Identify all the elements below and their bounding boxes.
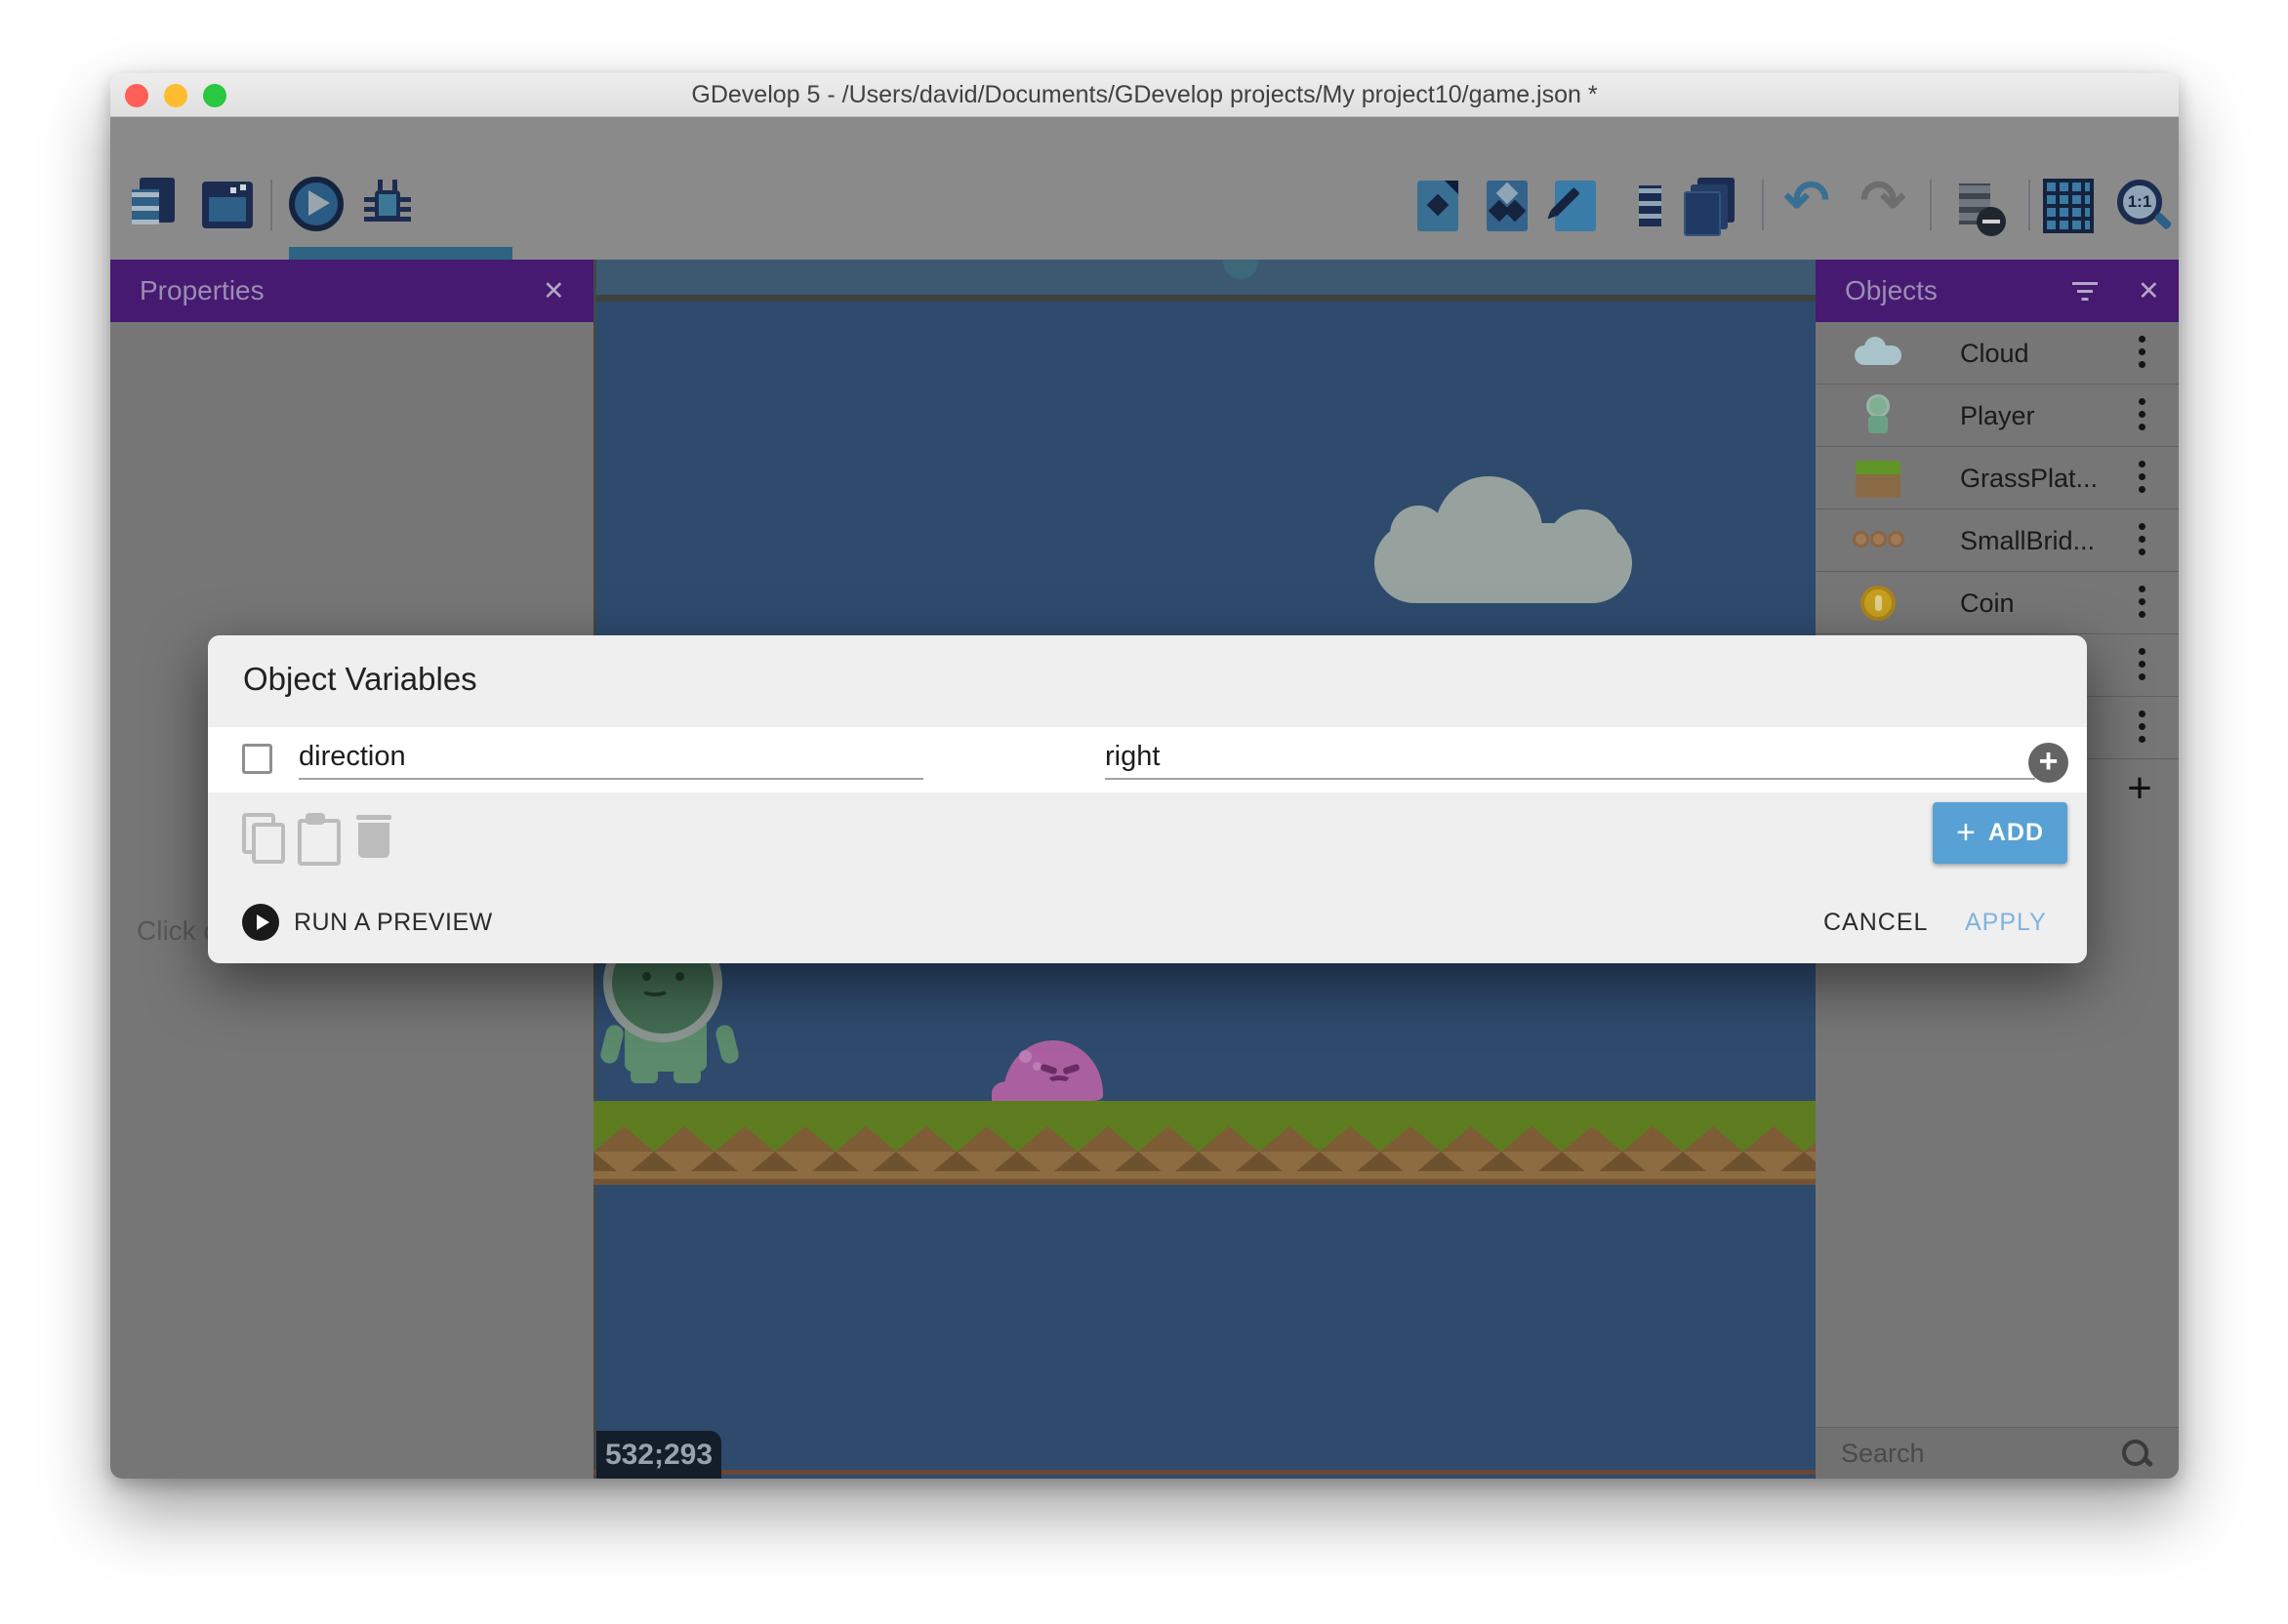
object-name: SmallBrid... xyxy=(1960,509,2095,572)
toolbar-separator xyxy=(2028,180,2030,230)
scene-top-band xyxy=(593,260,1816,295)
object-menu-icon[interactable] xyxy=(2135,710,2148,746)
slime-enemy-object[interactable] xyxy=(1003,1040,1103,1101)
object-menu-icon[interactable] xyxy=(2135,336,2148,371)
object-row-player[interactable]: Player xyxy=(1816,385,2179,447)
coin-icon xyxy=(1853,580,1903,627)
paste-icon[interactable] xyxy=(298,813,337,860)
objects-title: Objects xyxy=(1845,260,1938,322)
cancel-button[interactable]: CANCEL xyxy=(1823,890,1928,954)
close-panel-icon[interactable]: ✕ xyxy=(2138,260,2160,322)
object-menu-icon[interactable] xyxy=(2135,398,2148,433)
properties-hint: Click o xyxy=(137,915,219,947)
grass-platform-object[interactable] xyxy=(593,1101,1816,1126)
objects-search-bar xyxy=(1816,1427,2179,1479)
object-row-coin[interactable]: Coin xyxy=(1816,572,2179,634)
project-manager-icon[interactable] xyxy=(124,176,181,232)
toolbar: ↶ ↷ 1:1 Start Page New scen xyxy=(110,117,2179,260)
object-row-cloud[interactable]: Cloud xyxy=(1816,322,2179,385)
debug-icon[interactable] xyxy=(358,176,415,232)
toggle-mask-icon[interactable] xyxy=(1947,178,2004,234)
object-menu-icon[interactable] xyxy=(2135,523,2148,558)
scene-border-line xyxy=(593,295,1816,302)
object-name: Coin xyxy=(1960,572,2015,634)
dialog-title: Object Variables xyxy=(243,661,477,698)
cursor-coordinates: 532;293 xyxy=(596,1431,721,1479)
object-row-smallbridge[interactable]: SmallBrid... xyxy=(1816,509,2179,572)
player-icon xyxy=(1853,392,1903,439)
properties-title: Properties xyxy=(140,260,265,322)
object-variables-dialog: Object Variables + ADD RUN A PREVIEW CANC… xyxy=(208,635,2087,963)
variable-checkbox[interactable] xyxy=(242,744,272,774)
titlebar: GDevelop 5 - /Users/david/Documents/GDev… xyxy=(110,73,2179,117)
scene-border-line xyxy=(593,1470,1816,1475)
object-name: GrassPlat... xyxy=(1960,447,2098,509)
grass-platform-zigzag xyxy=(593,1126,1816,1152)
toolbar-separator xyxy=(1762,180,1764,230)
window-title: GDevelop 5 - /Users/david/Documents/GDev… xyxy=(110,73,2179,117)
objects-header: Objects ✕ xyxy=(1816,260,2179,322)
variable-value-input[interactable] xyxy=(1105,735,2035,780)
grass-platform-icon xyxy=(1853,455,1903,502)
cloud-object[interactable] xyxy=(1374,476,1632,603)
add-button-label: ADD xyxy=(1988,819,2044,846)
toolbar-separator xyxy=(270,180,272,230)
run-preview-icon[interactable] xyxy=(242,904,279,941)
variable-name-input[interactable] xyxy=(299,735,923,780)
edit-scene-properties-icon[interactable] xyxy=(1547,178,1604,234)
object-name: Cloud xyxy=(1960,322,2029,385)
layers-icon[interactable] xyxy=(1684,178,1740,234)
apply-button[interactable]: APPLY xyxy=(1965,890,2047,954)
objects-list-icon[interactable] xyxy=(1479,178,1535,234)
filter-icon[interactable] xyxy=(2071,279,2099,303)
add-child-variable-button[interactable] xyxy=(2028,743,2068,783)
copy-icon[interactable] xyxy=(242,813,281,860)
object-name: Player xyxy=(1960,385,2035,447)
delete-icon[interactable] xyxy=(356,813,391,860)
search-icon xyxy=(2122,1440,2151,1469)
object-menu-icon[interactable] xyxy=(2135,648,2148,683)
toolbar-separator xyxy=(1930,180,1932,230)
zoom-original-icon[interactable]: 1:1 xyxy=(2113,178,2170,234)
variable-row xyxy=(208,727,2087,792)
object-menu-icon[interactable] xyxy=(2135,461,2148,496)
start-page-window-icon[interactable] xyxy=(199,176,256,232)
instances-list-icon[interactable] xyxy=(1616,178,1673,234)
grid-icon[interactable] xyxy=(2040,178,2097,234)
small-bridge-icon xyxy=(1853,517,1903,564)
cloud-icon xyxy=(1853,330,1903,377)
play-preview-icon[interactable] xyxy=(288,176,345,232)
add-object-plus-icon[interactable]: + xyxy=(2116,759,2163,822)
run-preview-button[interactable]: RUN A PREVIEW xyxy=(294,890,493,954)
grass-platform-dirt xyxy=(593,1152,1816,1185)
object-menu-icon[interactable] xyxy=(2135,586,2148,621)
redo-icon[interactable]: ↷ xyxy=(1855,178,1911,234)
object-row-grassplatform[interactable]: GrassPlat... xyxy=(1816,447,2179,509)
dialog-footer: RUN A PREVIEW CANCEL APPLY xyxy=(208,890,2087,963)
undo-icon[interactable]: ↶ xyxy=(1778,178,1835,234)
gdevelop-window: GDevelop 5 - /Users/david/Documents/GDev… xyxy=(110,73,2179,1479)
desktop: GDevelop 5 - /Users/david/Documents/GDev… xyxy=(0,0,2288,1624)
add-variable-button[interactable]: + ADD xyxy=(1933,802,2067,864)
properties-header: Properties ✕ xyxy=(110,260,593,322)
close-panel-icon[interactable]: ✕ xyxy=(543,260,565,322)
plus-icon: + xyxy=(1956,814,1977,851)
add-object-icon[interactable] xyxy=(1410,178,1466,234)
